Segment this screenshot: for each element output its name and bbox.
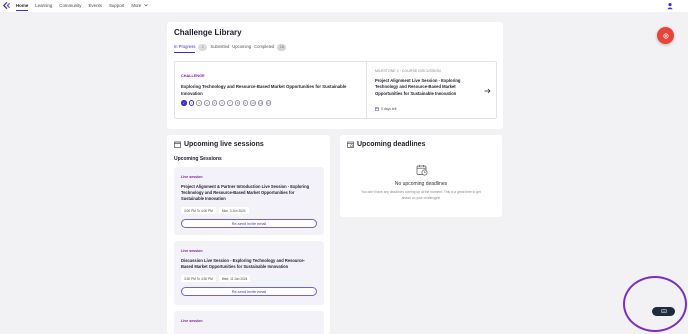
nav-item-events[interactable]: Events: [89, 0, 102, 12]
no-deadlines-title: No upcoming deadlines: [394, 181, 448, 187]
calendar-clock-icon: [416, 165, 428, 176]
milestone-dot[interactable]: 8: [234, 100, 241, 106]
milestone-dot[interactable]: 5: [211, 100, 218, 106]
challenge-type-label: CHALLENGE: [181, 74, 205, 78]
live-sessions-card: Upcoming live sessions Upcoming Sessions…: [167, 135, 330, 334]
session-type: Live session: [181, 249, 203, 253]
nav-item-support[interactable]: Support: [109, 0, 124, 12]
challenge-card[interactable]: CHALLENGE Exploring Technology and Resou…: [174, 61, 497, 119]
chevron-down-icon: [143, 4, 148, 7]
help-widget-button[interactable]: [652, 307, 675, 316]
session-type: Live session: [181, 175, 203, 179]
session-card: Live session Project Alignment & Partner…: [174, 167, 324, 235]
milestone-dot[interactable]: ✓: [181, 100, 187, 106]
challenge-info: CHALLENGE Exploring Technology and Resou…: [175, 62, 367, 118]
milestone-title: Project Alignment Live Session - Explori…: [375, 78, 461, 96]
nav-item-more-label: More: [131, 3, 142, 8]
brand-logo-icon[interactable]: [2, 1, 11, 10]
session-time: 3:00 PM To 4:00 PM: [181, 207, 216, 214]
milestone-dot[interactable]: 10: [250, 100, 256, 106]
page-title: Challenge Library: [174, 28, 242, 37]
milestone-dot[interactable]: 4: [204, 100, 210, 106]
deadline-calendar-icon: [347, 141, 354, 148]
deadlines-title: Upcoming deadlines: [357, 141, 426, 148]
days-left-badge: 5 days left: [375, 107, 396, 111]
milestone-dot[interactable]: 7: [227, 100, 233, 106]
session-date: Wed, 11 Jun 2024: [218, 275, 251, 282]
deadlines-header: Upcoming deadlines: [347, 141, 425, 148]
deadlines-card: Upcoming deadlines No upcoming deadlines…: [340, 135, 502, 217]
chat-icon: [660, 309, 667, 314]
live-sessions-title: Upcoming live sessions: [184, 141, 264, 148]
challenge-title[interactable]: Exploring Technology and Resource-Based …: [181, 84, 361, 97]
milestone-dot[interactable]: 11: [257, 100, 264, 106]
session-type: Live session: [181, 319, 203, 323]
arrow-right-icon[interactable]: [484, 88, 491, 94]
nav-item-community[interactable]: Community: [59, 0, 81, 12]
calendar-icon: [375, 107, 379, 111]
calendar-icon: [174, 141, 181, 148]
resend-invite-button[interactable]: Re-send invite email: [181, 219, 317, 228]
session-title: Discussion Live Session - Exploring Tech…: [181, 258, 305, 270]
milestone-dot[interactable]: 3: [196, 100, 202, 106]
user-icon[interactable]: [666, 2, 674, 10]
milestone-dot[interactable]: 12: [265, 100, 272, 106]
milestone-progress: ✓ 2 3 4 5 6 7 8 9 10 11 12: [181, 100, 272, 106]
tab-upcoming[interactable]: Upcoming: [232, 43, 251, 51]
tab-in-progress-count: 1: [198, 43, 208, 51]
live-sessions-header: Upcoming live sessions: [174, 141, 264, 148]
upcoming-sessions-subtitle: Upcoming Sessions: [174, 156, 222, 162]
record-button[interactable]: [657, 27, 674, 44]
challenge-tabs: In Progress 1 Submitted Upcoming Complet…: [174, 43, 287, 53]
nav-menu: Home Learning Community Events Support M…: [16, 0, 148, 12]
tab-in-progress[interactable]: In Progress: [174, 43, 196, 53]
milestone-dot[interactable]: 2: [188, 100, 195, 106]
days-left-text: 5 days left: [381, 107, 397, 111]
resend-invite-button[interactable]: Re-send invite email: [181, 287, 317, 296]
record-icon: [662, 32, 669, 39]
session-card: Live session Discussion Live Session - E…: [174, 241, 324, 305]
tab-completed[interactable]: Completed: [254, 43, 274, 51]
nav-item-more[interactable]: More: [131, 0, 148, 12]
milestone-label: MILESTONE 2 · COURSE DISCUSSION: [375, 69, 441, 73]
top-navigation: Home Learning Community Events Support M…: [0, 0, 688, 12]
session-card: Live session: [174, 311, 324, 334]
session-meta: 3:30 PM To 4:30 PM Wed, 11 Jun 2024: [181, 275, 251, 282]
session-title: Project Alignment & Partner Introduction…: [181, 184, 310, 202]
nav-item-learning[interactable]: Learning: [35, 0, 52, 12]
tab-submitted[interactable]: Submitted: [210, 43, 229, 51]
no-deadlines-text: You don't have any deadlines coming up a…: [361, 190, 481, 200]
milestone-dot[interactable]: 6: [219, 100, 225, 106]
session-date: Mon, 3 Jun 2024: [218, 207, 249, 214]
highlight-ring: [623, 276, 687, 332]
challenge-library-card: Challenge Library In Progress 1 Submitte…: [167, 22, 503, 129]
session-time: 3:30 PM To 4:30 PM: [181, 275, 216, 282]
milestone-dot[interactable]: 9: [242, 100, 248, 106]
current-milestone[interactable]: MILESTONE 2 · COURSE DISCUSSION Project …: [375, 62, 495, 118]
session-meta: 3:00 PM To 4:00 PM Mon, 3 Jun 2024: [181, 207, 249, 214]
tab-completed-count: 18: [277, 43, 287, 51]
nav-item-home[interactable]: Home: [16, 0, 29, 12]
